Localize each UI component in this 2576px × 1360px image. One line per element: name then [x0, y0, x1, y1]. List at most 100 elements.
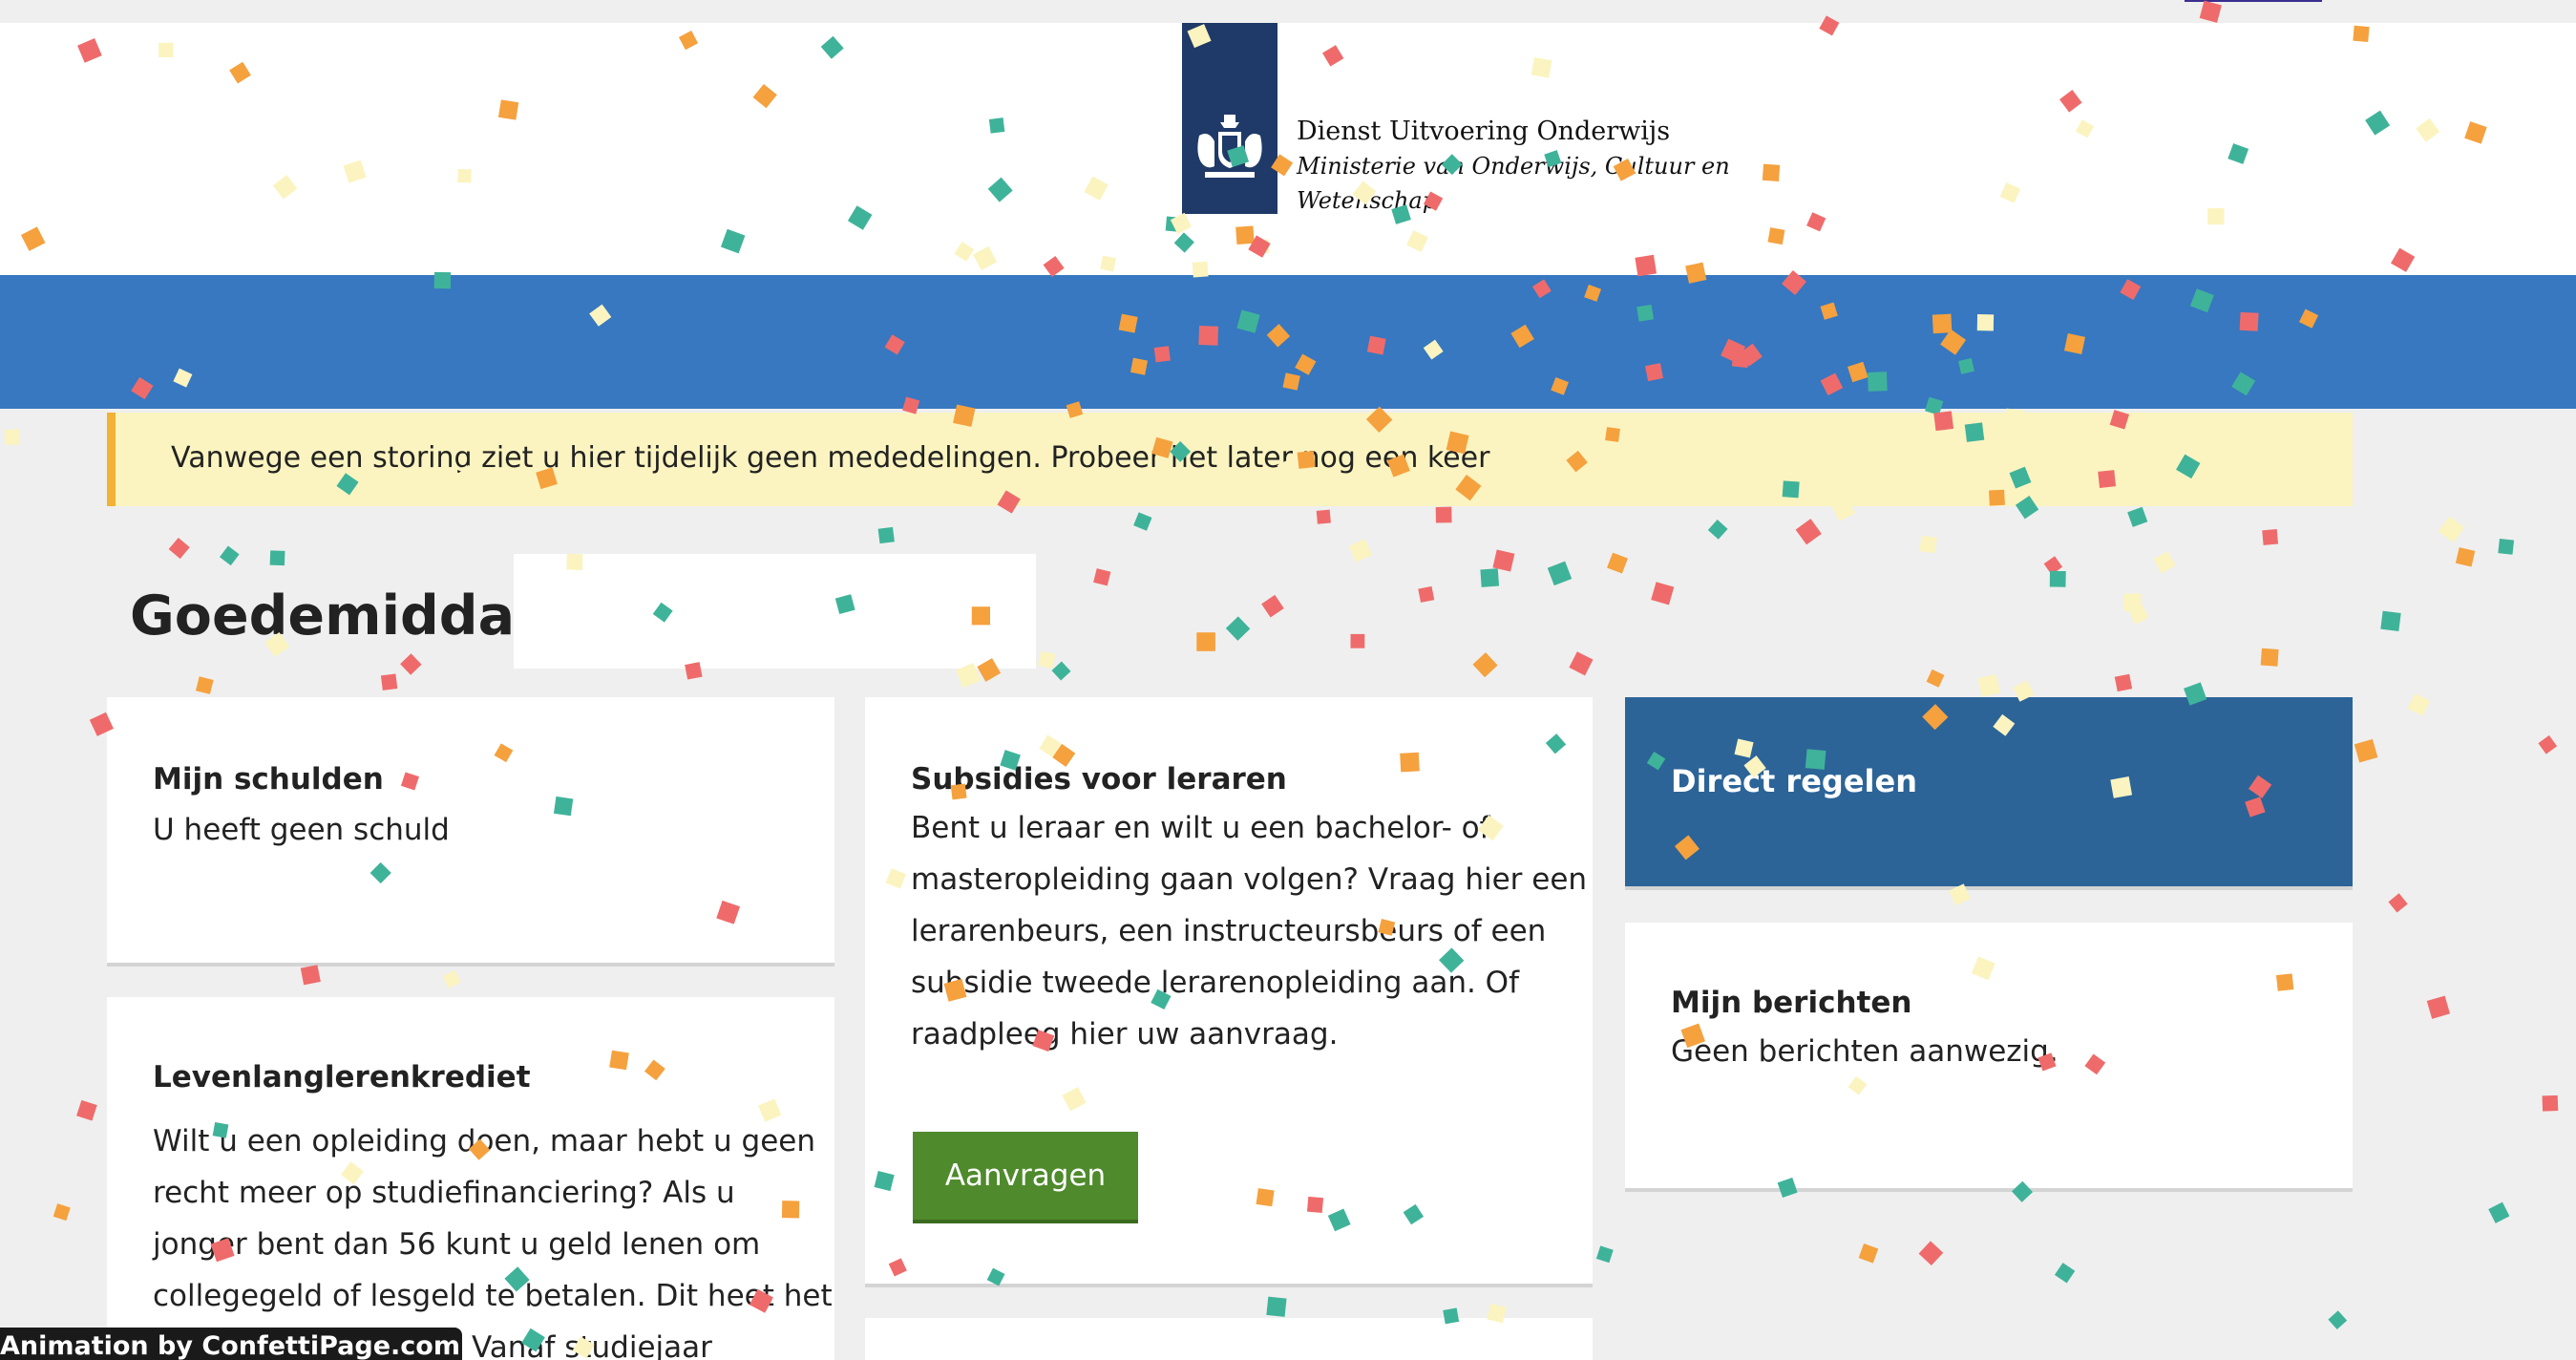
confetti-piece — [1472, 652, 1498, 678]
top-strip — [0, 0, 2576, 23]
confetti-piece — [2153, 551, 2176, 574]
card-title: Direct regelen — [1671, 763, 1917, 799]
confetti-piece — [2128, 604, 2149, 625]
confetti-piece — [1196, 632, 1215, 651]
confetti-piece — [2488, 1201, 2510, 1223]
confetti-piece — [2388, 893, 2408, 913]
confetti-piece — [1547, 561, 1573, 586]
confetti-piece — [2127, 506, 2148, 527]
top-link[interactable] — [2185, 0, 2322, 2]
confetti-piece — [2262, 529, 2279, 545]
confetti-piece — [1607, 552, 1628, 574]
confetti-piece — [2260, 648, 2279, 667]
card-levenlanglerenkrediet[interactable]: Levenlanglerenkrediet Wilt u een opleidi… — [107, 997, 834, 1360]
confetti-piece — [4, 429, 21, 445]
card-text-line: masteropleiding gaan volgen? Vraag hier … — [911, 862, 1588, 897]
card-text-line: Wilt u een opleiding doen, maar hebt u g… — [153, 1124, 816, 1158]
card-mijn-schulden[interactable]: Mijn schulden U heeft geen schuld — [107, 697, 834, 967]
confetti-piece — [2354, 738, 2378, 763]
confetti-piece — [1492, 549, 1515, 572]
card-text-line: lerarenbeurs, een instructeursbeurs of e… — [911, 914, 1547, 948]
navigation-bar — [0, 275, 2576, 409]
confetti-piece — [1418, 585, 1435, 603]
confetti-piece — [2380, 610, 2401, 631]
confetti-piece — [2455, 547, 2476, 567]
card-text-line: raadpleeg hier uw aanvraag. — [911, 1017, 1339, 1052]
card-title: Mijn berichten — [1671, 986, 1912, 1020]
confetti-piece — [2542, 1094, 2559, 1112]
org-name: Dienst Uitvoering Onderwijs — [1297, 117, 1671, 146]
card-title: Subsidies voor leraren — [911, 762, 1287, 797]
ministry-name-line1: Ministerie van Onderwijs, Cultuur en — [1297, 153, 1730, 180]
card-title: Mijn schulden — [153, 762, 384, 797]
confetti-piece — [380, 673, 398, 691]
confetti-piece — [1038, 650, 1056, 669]
card-mijn-berichten[interactable]: Mijn berichten Geen berichten aanwezig. — [1625, 923, 2353, 1192]
confetti-piece — [1480, 568, 1500, 587]
confetti-piece — [2538, 734, 2558, 754]
confetti-piece — [2407, 693, 2431, 716]
card-title: Levenlanglerenkrediet — [153, 1060, 531, 1094]
card-partial — [865, 1318, 1593, 1360]
card-text-line: collegegeld of lesgeld te betalen. Dit h… — [153, 1279, 833, 1313]
confetti-piece — [2114, 673, 2133, 692]
aanvragen-button[interactable]: Aanvragen — [913, 1132, 1138, 1223]
confetti-piece — [400, 653, 422, 675]
confetti-piece — [1316, 509, 1331, 524]
confetti-piece — [2426, 995, 2451, 1019]
confetti-piece — [1266, 1296, 1287, 1317]
user-name-redacted — [514, 554, 1036, 669]
card-text-line: Bent u leraar en wilt u een bachelor- of — [911, 811, 1490, 845]
confetti-piece — [1858, 1243, 1879, 1264]
notice-banner: Vanwege een storing ziet u hier tijdelij… — [107, 413, 2353, 506]
confetti-piece — [1595, 1245, 1614, 1264]
card-direct-regelen[interactable]: Direct regelen — [1625, 697, 2353, 890]
confetti-piece — [300, 965, 321, 986]
confetti-piece — [1093, 568, 1111, 586]
confetti-piece — [1261, 594, 1284, 618]
rijksoverheid-logo[interactable] — [1182, 23, 1277, 214]
confetti-piece — [168, 537, 190, 560]
confetti-piece — [1133, 512, 1152, 531]
confetti-piece — [195, 676, 214, 694]
confetti-piece — [1348, 539, 1372, 563]
confetti-piece — [2054, 1263, 2076, 1284]
card-text-line: recht meer op studiefinanciering? Als u — [153, 1176, 735, 1210]
confetti-piece — [2049, 570, 2066, 587]
card-text: U heeft geen schuld — [153, 813, 450, 847]
ministry-name-line2: Wetenschap — [1297, 187, 1438, 214]
confetti-piece — [220, 545, 240, 566]
confetti-piece — [1918, 1241, 1944, 1266]
coat-of-arms-icon — [1197, 115, 1262, 178]
card-text-line: Vanaf studiejaar — [472, 1330, 712, 1360]
notice-text: Vanwege een storing ziet u hier tijdelij… — [171, 441, 1490, 475]
card-text: Geen berichten aanwezig. — [1671, 1034, 2059, 1069]
confetti-piece — [1051, 661, 1071, 681]
confetti-credit[interactable]: Animation by ConfettiPage.com — [0, 1328, 462, 1360]
confetti-piece — [877, 526, 895, 544]
confetti-piece — [269, 550, 285, 566]
confetti-piece — [2123, 593, 2142, 611]
confetti-piece — [2328, 1310, 2348, 1330]
confetti-piece — [1651, 582, 1675, 606]
confetti-piece — [1435, 506, 1452, 523]
confetti-piece — [2498, 539, 2515, 555]
confetti-piece — [1350, 633, 1365, 648]
site-header — [0, 23, 2576, 275]
confetti-piece — [1919, 535, 1937, 554]
confetti-piece — [76, 1099, 97, 1121]
card-text-line: jonger bent dan 56 kunt u geld lenen om — [153, 1227, 761, 1262]
confetti-piece — [2438, 516, 2465, 543]
confetti-piece — [442, 969, 461, 988]
confetti-piece — [1926, 669, 1945, 688]
card-text-line: subsidie tweede lerarenopleiding aan. Of — [911, 966, 1519, 1000]
confetti-piece — [53, 1203, 71, 1222]
confetti-piece — [1569, 651, 1594, 676]
confetti-piece — [1707, 520, 1728, 540]
greeting-heading: Goedemiddag, — [130, 584, 575, 648]
confetti-piece — [1225, 616, 1251, 641]
confetti-piece — [2043, 556, 2063, 575]
logo-text: Dienst Uitvoering Onderwijs Ministerie v… — [1297, 115, 1730, 218]
confetti-piece — [1977, 673, 2001, 697]
confetti-piece — [1795, 519, 1822, 545]
